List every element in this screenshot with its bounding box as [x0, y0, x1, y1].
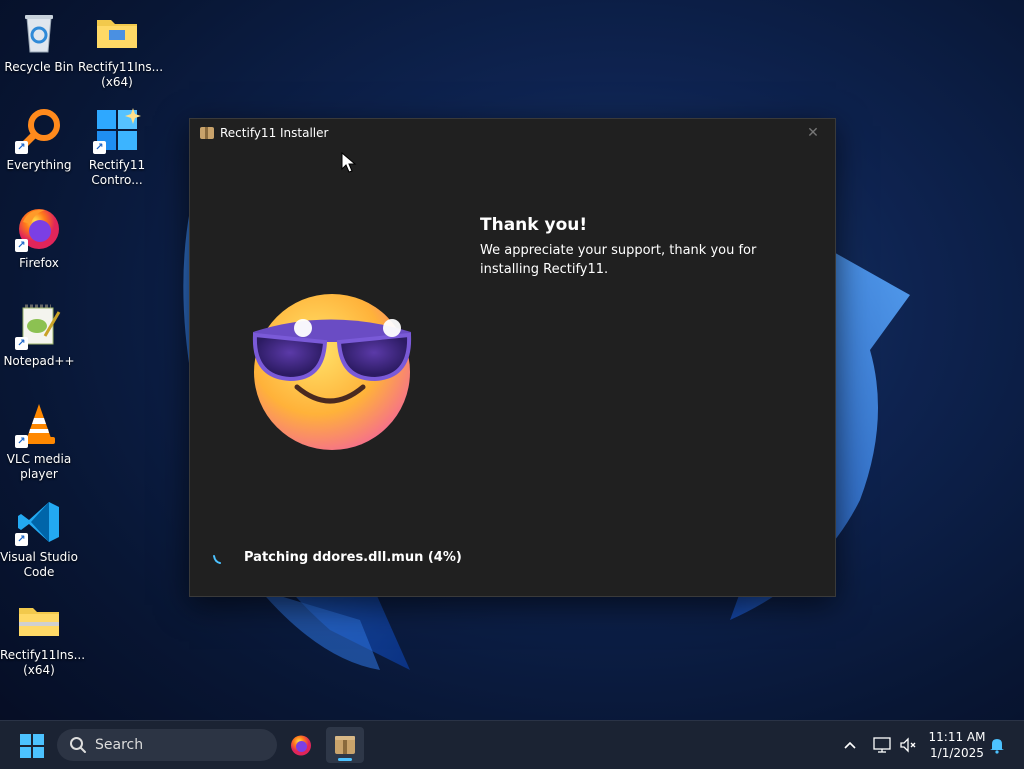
vlc-cone-icon: ↗ — [15, 400, 63, 448]
shortcut-arrow-icon: ↗ — [15, 141, 28, 154]
installer-icon — [335, 736, 355, 754]
chevron-up-icon[interactable] — [838, 733, 862, 757]
taskbar: Search 11:11 AM 1/1/2025 — [0, 720, 1024, 769]
title-bar[interactable]: Rectify11 Installer ✕ — [190, 119, 835, 147]
recycle-bin-icon — [15, 8, 63, 56]
desktop-icon-firefox[interactable]: ↗ Firefox — [0, 196, 78, 271]
sunglasses-emoji-icon — [252, 294, 412, 450]
firefox-icon — [291, 735, 311, 756]
desktop-icon-label: Visual Studio Code — [0, 550, 78, 579]
active-app-indicator — [338, 758, 352, 761]
installer-window: Rectify11 Installer ✕ Thank you! We appr… — [189, 118, 836, 597]
folder-icon — [93, 8, 141, 56]
zip-folder-icon — [15, 596, 63, 644]
volume-muted-icon[interactable] — [898, 735, 918, 755]
taskbar-installer[interactable] — [326, 727, 364, 763]
desktop-icon-label: Recycle Bin — [4, 60, 74, 74]
shortcut-arrow-icon: ↗ — [93, 141, 106, 154]
desktop-icon-label: Everything — [6, 158, 72, 172]
status-text: Patching ddores.dll.mun (4%) — [244, 550, 462, 565]
desktop-icon-label: Notepad++ — [3, 354, 75, 368]
package-icon — [200, 127, 214, 139]
clock-date: 1/1/2025 — [930, 746, 984, 760]
everything-search-icon: ↗ — [15, 106, 63, 154]
shortcut-arrow-icon: ↗ — [15, 239, 28, 252]
desktop-icon-label: Rectify11Ins... (x64) — [0, 648, 86, 677]
notification-bell-icon[interactable] — [988, 736, 1006, 754]
progress-spinner-icon — [213, 555, 221, 564]
desktop-icon-notepadpp[interactable]: ↗ Notepad++ — [0, 294, 78, 369]
desktop-icon-vlc[interactable]: ↗ VLC media player — [0, 392, 78, 482]
desktop-icon-vscode[interactable]: ↗ Visual Studio Code — [0, 490, 78, 580]
clock-time: 11:11 AM — [928, 730, 986, 744]
desktop-icon-rectify-installer-zip[interactable]: Rectify11Ins... (x64) — [0, 588, 86, 678]
desktop-icon-rectify-control[interactable]: ↗ Rectify11 Contro... — [78, 98, 156, 188]
shortcut-arrow-icon: ↗ — [15, 435, 28, 448]
search-label: Search — [95, 737, 144, 753]
vscode-icon: ↗ — [15, 498, 63, 546]
start-button[interactable] — [20, 734, 44, 758]
network-icon[interactable] — [872, 735, 892, 755]
system-clock[interactable]: 11:11 AM 1/1/2025 — [924, 729, 990, 761]
thank-you-message: We appreciate your support, thank you fo… — [480, 243, 757, 277]
search-icon — [70, 737, 86, 753]
desktop-icon-everything[interactable]: ↗ Everything — [0, 98, 78, 173]
desktop-icon-label: Firefox — [19, 256, 59, 270]
notepadpp-icon: ↗ — [15, 302, 63, 350]
desktop-icon-recycle-bin[interactable]: Recycle Bin — [0, 0, 78, 75]
mouse-cursor-icon — [341, 152, 357, 173]
taskbar-search[interactable]: Search — [57, 729, 277, 761]
thank-you-heading: Thank you! — [480, 215, 588, 235]
system-tray — [838, 721, 918, 769]
window-title: Rectify11 Installer — [220, 126, 329, 140]
windows-logo-icon: ↗ — [93, 106, 141, 154]
desktop-icon-label: VLC media player — [6, 452, 72, 481]
desktop-icon-rectify-installer[interactable]: Rectify11Ins... (x64) — [78, 0, 164, 90]
desktop-icon-label: Rectify11Ins... (x64) — [78, 60, 164, 89]
close-button[interactable]: ✕ — [791, 119, 835, 147]
firefox-icon: ↗ — [15, 204, 63, 252]
shortcut-arrow-icon: ↗ — [15, 337, 28, 350]
shortcut-arrow-icon: ↗ — [15, 533, 28, 546]
taskbar-firefox[interactable] — [282, 727, 320, 763]
desktop-icon-label: Rectify11 Contro... — [88, 158, 146, 187]
